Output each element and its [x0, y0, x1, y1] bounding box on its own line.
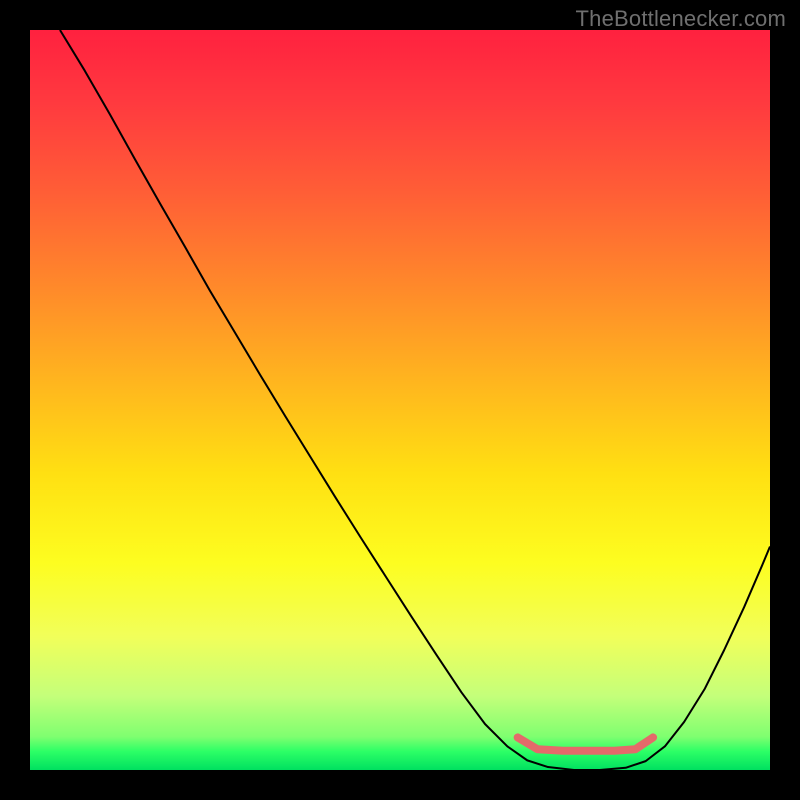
chart-svg [30, 30, 770, 770]
plot-area [30, 30, 770, 770]
gradient-background [30, 30, 770, 770]
watermark-text: TheBottlenecker.com [576, 6, 786, 32]
chart-frame: TheBottlenecker.com [0, 0, 800, 800]
